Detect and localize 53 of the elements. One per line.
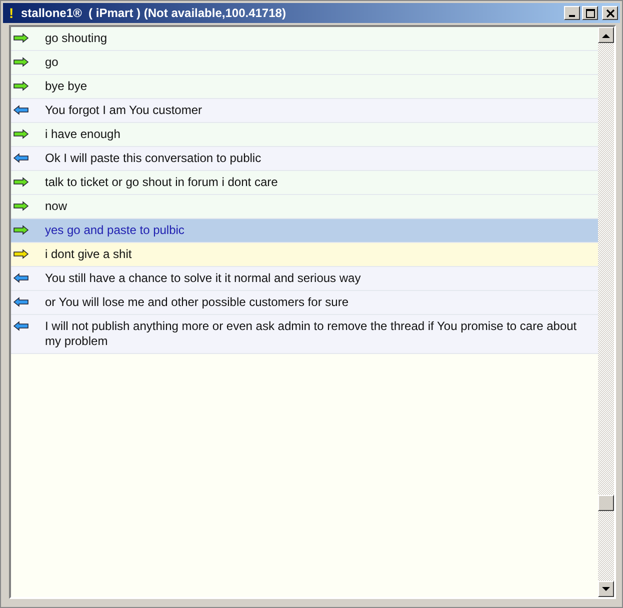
message-row[interactable]: go shouting bbox=[11, 27, 598, 51]
minimize-button[interactable] bbox=[564, 6, 580, 20]
right-arrow-icon bbox=[13, 177, 29, 187]
right-arrow-icon bbox=[13, 57, 29, 67]
window-title: stallone1® ( iPmart ) (Not available,100.41718) bbox=[21, 6, 287, 20]
message-row[interactable]: Ok I will paste this conversation to public bbox=[11, 147, 598, 171]
right-arrow-icon bbox=[13, 129, 29, 139]
left-arrow-icon bbox=[13, 297, 29, 307]
right-arrow-icon bbox=[13, 81, 29, 91]
message-row[interactable]: You forgot I am You customer bbox=[11, 99, 598, 123]
close-icon bbox=[606, 8, 614, 18]
message-text: bye bye bbox=[44, 78, 88, 95]
message-row[interactable]: i dont give a shit bbox=[11, 243, 598, 267]
alert-mark: ! bbox=[9, 5, 15, 21]
left-arrow-icon bbox=[13, 105, 29, 115]
message-row[interactable]: bye bye bbox=[11, 75, 598, 99]
message-row[interactable]: I will not publish anything more or even ask admin to remove the thread if You promise to care about my problem bbox=[11, 315, 598, 354]
right-arrow-icon bbox=[13, 225, 29, 235]
close-button[interactable] bbox=[602, 6, 618, 20]
message-row[interactable]: go bbox=[11, 51, 598, 75]
scrollbar[interactable] bbox=[598, 27, 614, 597]
minimize-icon bbox=[569, 15, 575, 17]
message-row[interactable]: You still have a chance to solve it it normal and serious way bbox=[11, 267, 598, 291]
right-arrow-icon bbox=[13, 33, 29, 43]
right-arrow-icon bbox=[13, 201, 29, 211]
maximize-icon bbox=[586, 8, 594, 18]
message-text: I will not publish anything more or even ask admin to remove the thread if You promise to care about my problem bbox=[44, 318, 578, 350]
maximize-button[interactable] bbox=[582, 6, 598, 20]
message-text: i dont give a shit bbox=[44, 246, 133, 263]
message-text: yes go and paste to pulbic bbox=[44, 222, 186, 239]
message-text: go shouting bbox=[44, 30, 108, 47]
right-arrow-icon bbox=[13, 249, 29, 259]
message-row[interactable]: now bbox=[11, 195, 598, 219]
message-text: i have enough bbox=[44, 126, 122, 143]
up-triangle-icon bbox=[602, 32, 610, 38]
message-row[interactable]: talk to ticket or go shout in forum i dont care bbox=[11, 171, 598, 195]
left-arrow-icon bbox=[13, 153, 29, 163]
left-arrow-icon bbox=[13, 273, 29, 283]
scroll-thumb[interactable] bbox=[598, 495, 614, 511]
scroll-down-button[interactable] bbox=[598, 581, 614, 597]
left-arrow-icon bbox=[13, 321, 29, 331]
message-text: You forgot I am You customer bbox=[44, 102, 203, 119]
message-row[interactable]: or You will lose me and other possible customers for sure bbox=[11, 291, 598, 315]
message-text: talk to ticket or go shout in forum i dont care bbox=[44, 174, 279, 191]
message-row[interactable]: yes go and paste to pulbic bbox=[11, 219, 598, 243]
message-text: Ok I will paste this conversation to public bbox=[44, 150, 262, 167]
message-text: You still have a chance to solve it it normal and serious way bbox=[44, 270, 362, 287]
message-text: or You will lose me and other possible customers for sure bbox=[44, 294, 350, 311]
message-text: go bbox=[44, 54, 60, 71]
message-row[interactable]: i have enough bbox=[11, 123, 598, 147]
message-text: now bbox=[44, 198, 68, 215]
scroll-up-button[interactable] bbox=[598, 27, 614, 43]
down-triangle-icon bbox=[602, 586, 610, 592]
